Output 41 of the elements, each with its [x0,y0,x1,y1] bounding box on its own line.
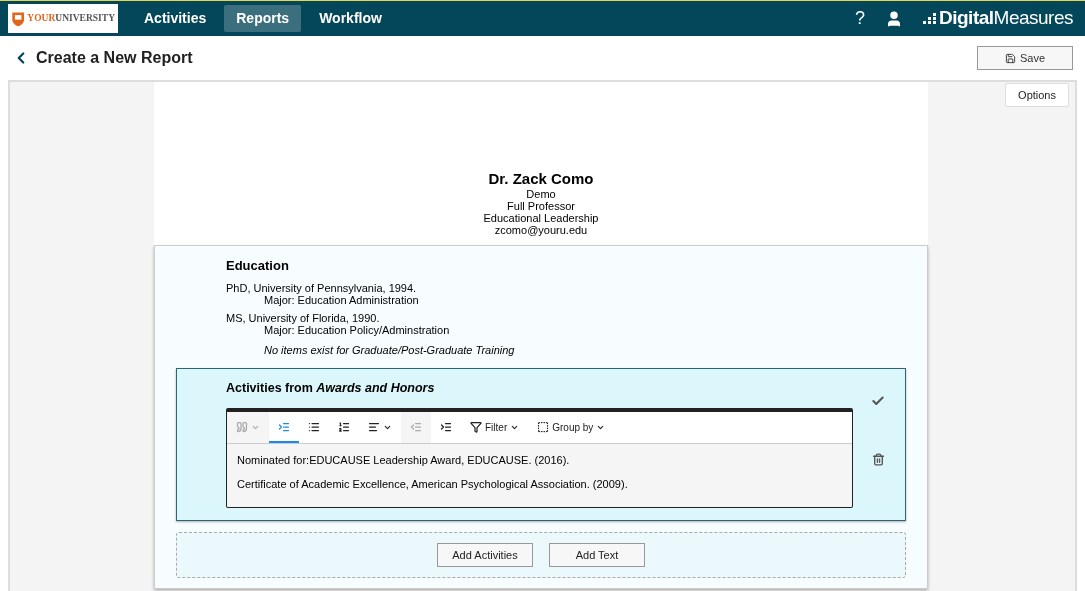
page-title: Create a New Report [36,48,193,68]
section-heading: Education [226,257,290,275]
major-text: Major: Education Policy/Adminstration [264,323,450,336]
nav-tab[interactable]: Workflow [307,5,394,32]
activity-entry: Nominated for:EDUCAUSE Leadership Award, EDUCAUSE. (2016). [237,452,571,468]
add-button[interactable]: Add Activities [437,542,533,567]
nav-tab[interactable]: Reports [224,5,302,32]
options-button[interactable]: Options [1005,83,1069,107]
user-icon[interactable] [885,9,903,28]
quote-icon [236,421,248,434]
toolbar-dropdown[interactable]: Filter [461,411,529,443]
brand-dots-icon [923,12,937,25]
funnel-icon [470,421,482,434]
empty-note: No items exist for Graduate/Post-Graduate Training [264,342,516,358]
brand-logo: DigitalMeasures [939,6,1073,31]
degree-text: PhD, University of Pennsylvania, 1994. [226,281,417,294]
profile-line: zcomo@youru.edu [494,224,588,236]
profile-name: Dr. Zack Como [488,170,594,188]
indent-icon [278,421,290,434]
logo-text: YOURUNIVERSITY [27,12,115,26]
align-left-icon [368,421,380,434]
add-button[interactable]: Add Text [549,542,645,567]
bullet-list-icon [308,421,320,434]
delete-icon[interactable] [872,453,885,466]
indent-icon [440,421,452,434]
save-button[interactable]: Save [977,46,1073,70]
activity-entry: Certificate of Academic Excellence, American Psychological Association. (2009). [237,477,629,493]
check-icon[interactable] [871,394,885,408]
degree-text: MS, University of Florida, 1990. [226,311,380,324]
toolbar-dropdown[interactable]: Group by [528,411,615,443]
group-icon [537,421,550,434]
nav-tab[interactable]: Activities [132,5,219,32]
university-logo[interactable]: YOURUNIVERSITY [8,4,118,33]
major-text: Major: Education Administration [264,293,419,306]
help-button[interactable]: ? [855,5,865,32]
profile-line: Demo [526,188,556,200]
numbered-list-icon [338,421,350,434]
section-heading: Activities from Awards and Honors [226,380,436,397]
outdent-icon [410,421,422,434]
profile-line: Full Professor [507,200,575,212]
profile-line: Educational Leadership [483,212,599,224]
